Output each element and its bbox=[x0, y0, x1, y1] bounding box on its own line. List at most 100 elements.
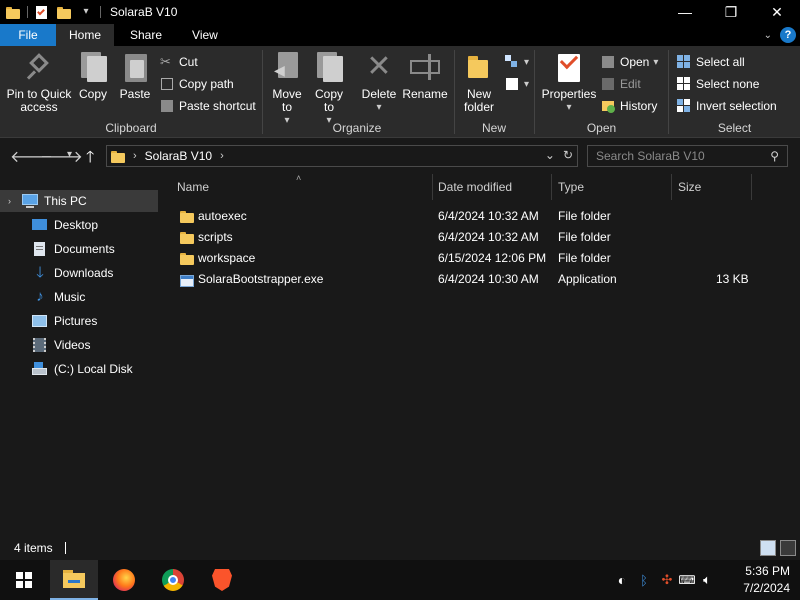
up-arrow-icon[interactable]: 🡑 bbox=[86, 146, 94, 173]
application-icon bbox=[180, 272, 194, 287]
expand-chevron-icon[interactable]: › bbox=[8, 196, 11, 206]
copy-to-button[interactable]: Copy to ▾ bbox=[311, 52, 347, 127]
volume-icon[interactable]: 🔈︎ bbox=[696, 572, 718, 588]
file-row-solarabootstrapper[interactable]: SolaraBootstrapper.exe 6/4/2024 10:30 AM… bbox=[168, 269, 788, 289]
network-icon[interactable]: ✣ bbox=[656, 572, 678, 588]
start-button[interactable] bbox=[0, 560, 48, 600]
invert-selection-label: Invert selection bbox=[696, 99, 777, 113]
tab-view[interactable]: View bbox=[178, 24, 232, 46]
open-button[interactable]: Open ▾ bbox=[601, 53, 658, 71]
steam-icon[interactable]: ◐ bbox=[612, 572, 632, 588]
column-date-label: Date modified bbox=[438, 180, 513, 194]
open-dropdown-icon: ▾ bbox=[653, 56, 659, 68]
edit-icon bbox=[601, 77, 615, 91]
nav-documents[interactable]: Documents bbox=[0, 238, 158, 260]
nav-downloads[interactable]: 🡓 Downloads bbox=[0, 262, 158, 284]
tray-app-icon[interactable]: ⌨ bbox=[678, 573, 696, 587]
file-date: 6/4/2024 10:30 AM bbox=[438, 272, 539, 286]
properties-dropdown-icon: ▾ bbox=[566, 102, 572, 113]
toolbar-divider bbox=[100, 6, 101, 18]
open-group: Properties ▾ Open ▾ Edit History Open bbox=[535, 46, 668, 138]
taskbar-brave[interactable] bbox=[198, 560, 246, 600]
search-input[interactable] bbox=[596, 149, 766, 163]
history-button[interactable]: History bbox=[601, 97, 657, 115]
taskbar: ◐ ᛒ ✣ ⌨ 🔈︎ 5:36 PM 7/2/2024 bbox=[0, 560, 800, 600]
select-all-icon bbox=[677, 55, 691, 69]
rename-icon bbox=[410, 52, 440, 82]
invert-selection-button[interactable]: Invert selection bbox=[677, 97, 777, 115]
cut-button[interactable]: ✂ Cut bbox=[160, 53, 198, 71]
file-row-scripts[interactable]: scripts 6/4/2024 10:32 AM File folder bbox=[168, 227, 788, 247]
file-date: 6/4/2024 10:32 AM bbox=[438, 209, 539, 223]
help-icon[interactable]: ? bbox=[780, 27, 796, 43]
address-history-chevron-icon[interactable]: ⌄ bbox=[545, 148, 555, 162]
new-folder-icon[interactable] bbox=[57, 5, 71, 19]
nav-pictures[interactable]: Pictures bbox=[0, 310, 158, 332]
properties-button[interactable]: Properties ▾ bbox=[541, 50, 597, 114]
column-size-label: Size bbox=[678, 180, 702, 194]
forward-arrow-icon[interactable]: 🡒 bbox=[40, 146, 83, 167]
paste-button[interactable]: Paste bbox=[117, 52, 153, 101]
nav-videos[interactable]: Videos bbox=[0, 334, 158, 356]
details-view-icon[interactable] bbox=[760, 540, 776, 556]
file-name: workspace bbox=[198, 251, 256, 265]
nav-music[interactable]: ♪ Music bbox=[0, 286, 158, 308]
copy-path-label: Copy path bbox=[179, 77, 234, 91]
pin-quick-access-button[interactable]: Pin to Quick access bbox=[4, 52, 74, 114]
breadcrumb-chevron-icon[interactable]: › bbox=[133, 150, 137, 162]
taskbar-chrome[interactable] bbox=[149, 560, 197, 600]
windows-logo-icon bbox=[16, 572, 32, 588]
breadcrumb-chevron-icon[interactable]: › bbox=[220, 150, 224, 162]
search-box[interactable]: ⚲ bbox=[587, 145, 788, 167]
column-type-label: Type bbox=[558, 180, 585, 194]
edit-label: Edit bbox=[620, 77, 641, 91]
nav-downloads-label: Downloads bbox=[54, 266, 114, 280]
column-header-type[interactable]: Type bbox=[551, 174, 671, 200]
copy-button[interactable]: Copy bbox=[76, 52, 110, 101]
copy-path-button[interactable]: Copy path bbox=[160, 75, 234, 93]
address-bar[interactable]: › SolaraB V10 › ⌄ ↻ bbox=[106, 145, 578, 167]
taskbar-file-explorer[interactable] bbox=[50, 560, 98, 600]
select-group: Select all Select none Invert selection … bbox=[669, 46, 800, 138]
clock[interactable]: 5:36 PM 7/2/2024 bbox=[743, 563, 790, 597]
nav-desktop[interactable]: Desktop bbox=[0, 214, 158, 236]
breadcrumb-current[interactable]: SolaraB V10 bbox=[145, 149, 212, 163]
easy-access-button[interactable]: ▾ bbox=[505, 75, 529, 93]
recent-locations-chevron-icon[interactable]: ▾ bbox=[67, 149, 72, 160]
file-row-autoexec[interactable]: autoexec 6/4/2024 10:32 AM File folder bbox=[168, 206, 788, 226]
taskbar-firefox[interactable] bbox=[100, 560, 148, 600]
maximize-button[interactable]: ❐ bbox=[708, 0, 754, 24]
column-header-date[interactable]: Date modified bbox=[431, 174, 551, 200]
quick-access-toolbar: ▾ bbox=[0, 0, 104, 24]
organize-group-label: Organize bbox=[332, 121, 382, 135]
ribbon-collapse-icon[interactable]: ⌄ bbox=[764, 30, 772, 41]
new-folder-button[interactable]: New folder bbox=[459, 52, 499, 114]
column-header-size[interactable]: Size bbox=[671, 174, 751, 200]
refresh-icon[interactable]: ↻ bbox=[563, 148, 573, 162]
file-row-workspace[interactable]: workspace 6/15/2024 12:06 PM File folder bbox=[168, 248, 788, 268]
minimize-button[interactable]: — bbox=[662, 0, 708, 24]
delete-button[interactable]: ✕ Delete ▾ bbox=[359, 52, 399, 114]
bluetooth-icon[interactable]: ᛒ bbox=[632, 573, 656, 588]
select-all-button[interactable]: Select all bbox=[677, 53, 745, 71]
large-icons-view-icon[interactable] bbox=[780, 540, 796, 556]
edit-button[interactable]: Edit bbox=[601, 75, 641, 93]
customize-toolbar-chevron-icon[interactable]: ▾ bbox=[79, 5, 93, 19]
tab-home[interactable]: Home bbox=[56, 24, 114, 46]
window-controls: — ❐ ✕ bbox=[662, 0, 800, 24]
computer-icon bbox=[22, 194, 38, 208]
column-header-name[interactable]: Name bbox=[170, 174, 432, 200]
pin-quick-access-label: Pin to Quick access bbox=[6, 87, 72, 114]
column-divider[interactable] bbox=[751, 174, 752, 200]
tab-file[interactable]: File bbox=[0, 24, 56, 46]
properties-check-icon[interactable] bbox=[35, 5, 49, 19]
paste-shortcut-button[interactable]: Paste shortcut bbox=[160, 97, 256, 115]
nav-local-disk[interactable]: (C:) Local Disk bbox=[0, 358, 158, 380]
move-to-button[interactable]: ◀ Move to ▾ bbox=[269, 52, 305, 127]
select-none-button[interactable]: Select none bbox=[677, 75, 759, 93]
tab-share[interactable]: Share bbox=[114, 24, 178, 46]
nav-this-pc[interactable]: › This PC bbox=[0, 190, 158, 212]
rename-button[interactable]: Rename bbox=[402, 52, 448, 101]
new-item-button[interactable]: ▾ bbox=[505, 53, 529, 71]
close-button[interactable]: ✕ bbox=[754, 0, 800, 24]
